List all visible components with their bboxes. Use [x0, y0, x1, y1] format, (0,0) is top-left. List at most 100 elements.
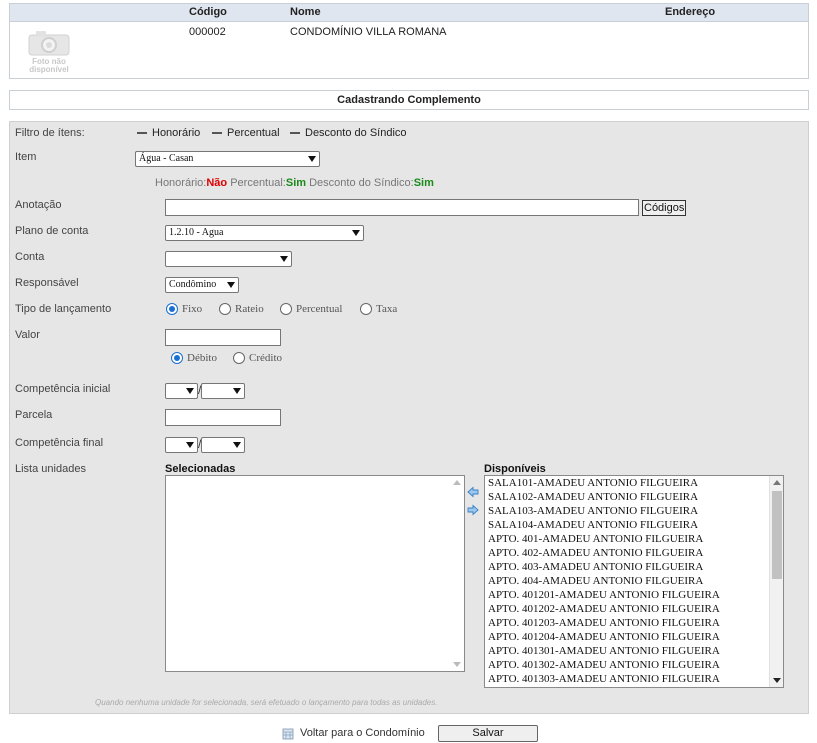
- scroll-down-icon[interactable]: [453, 662, 461, 667]
- comp-final-label: Competência final: [15, 437, 104, 449]
- filter-desconto[interactable]: Desconto do Síndico: [290, 127, 407, 139]
- condo-name: CONDOMÍNIO VILLA ROMANA: [290, 26, 447, 38]
- available-unit-item[interactable]: APTO. 404-AMADEU ANTONIO FILGUEIRA: [488, 575, 703, 587]
- building-icon[interactable]: [282, 728, 294, 740]
- available-unit-item[interactable]: APTO. 403-AMADEU ANTONIO FILGUEIRA: [488, 561, 703, 573]
- available-unit-item[interactable]: APTO. 401302-AMADEU ANTONIO FILGUEIRA: [488, 659, 720, 671]
- comp-final-month-select[interactable]: [165, 437, 198, 453]
- flag-desconto-label: Desconto do Síndico:: [309, 177, 414, 189]
- condo-table-header: Código Nome Endereço: [10, 4, 808, 22]
- responsible-label: Responsável: [15, 277, 79, 289]
- comp-initial-month-select[interactable]: [165, 383, 198, 399]
- annotation-input[interactable]: [165, 199, 639, 216]
- available-unit-item[interactable]: APTO. 401303-AMADEU ANTONIO FILGUEIRA: [488, 673, 720, 685]
- item-select[interactable]: Água - Casan: [135, 151, 320, 167]
- chevron-down-icon: [186, 442, 194, 448]
- available-unit-item[interactable]: SALA104-AMADEU ANTONIO FILGUEIRA: [488, 519, 698, 531]
- selected-units-list[interactable]: [165, 475, 465, 672]
- chevron-down-icon: [308, 156, 316, 162]
- available-unit-item[interactable]: SALA102-AMADEU ANTONIO FILGUEIRA: [488, 491, 698, 503]
- available-unit-item[interactable]: APTO. 402-AMADEU ANTONIO FILGUEIRA: [488, 547, 703, 559]
- available-units-title: Disponíveis: [484, 463, 546, 475]
- filter-honorario[interactable]: Honorário: [137, 127, 200, 139]
- filter-label: Filtro de ítens:: [15, 127, 85, 139]
- filter-percentual-label: Percentual: [227, 127, 280, 139]
- chevron-down-icon: [233, 442, 241, 448]
- radio-icon: [360, 303, 372, 316]
- col-header-name: Nome: [290, 6, 321, 18]
- units-footnote: Quando nenhuma unidade for selecionada, …: [95, 698, 438, 707]
- type-radio-fixo[interactable]: Fixo: [166, 303, 203, 316]
- value-input[interactable]: [165, 329, 281, 346]
- scroll-down-icon[interactable]: [773, 678, 781, 683]
- type-taxa-label: Taxa: [376, 303, 398, 316]
- type-fixo-label: Fixo: [182, 303, 203, 316]
- available-unit-item[interactable]: SALA101-AMADEU ANTONIO FILGUEIRA: [488, 477, 698, 489]
- unchecked-icon: [212, 132, 222, 135]
- scroll-up-icon[interactable]: [453, 480, 461, 485]
- plan-label: Plano de conta: [15, 225, 89, 237]
- type-radio-taxa[interactable]: Taxa: [360, 303, 398, 316]
- comp-initial-label: Competência inicial: [15, 383, 111, 395]
- radio-icon: [219, 303, 231, 316]
- flag-desconto-value: Sim: [413, 177, 434, 189]
- type-radio-percentual[interactable]: Percentual: [280, 303, 343, 316]
- account-label: Conta: [15, 251, 45, 263]
- filter-desconto-label: Desconto do Síndico: [305, 127, 407, 139]
- value-label: Valor: [15, 329, 40, 341]
- save-button[interactable]: Salvar: [438, 725, 538, 742]
- available-units-list[interactable]: SALA101-AMADEU ANTONIO FILGUEIRA SALA102-…: [484, 475, 784, 688]
- back-to-condo-link[interactable]: Voltar para o Condomínio: [300, 727, 425, 739]
- unchecked-icon: [290, 132, 300, 135]
- filter-percentual[interactable]: Percentual: [212, 127, 280, 139]
- responsible-select[interactable]: Condômino: [165, 277, 239, 293]
- radio-icon: [280, 303, 292, 316]
- photo-placeholder: Foto não disponível: [24, 26, 74, 74]
- type-radio-rateio[interactable]: Rateio: [219, 303, 264, 316]
- flag-percentual-value: Sim: [285, 177, 307, 189]
- col-header-code: Código: [189, 6, 227, 18]
- section-title: Cadastrando Complemento: [9, 90, 809, 110]
- plan-select[interactable]: 1.2.10 - Agua: [165, 225, 364, 241]
- flag-honorario-value: Não: [206, 177, 228, 189]
- chevron-down-icon: [227, 282, 235, 288]
- selected-scrollbar[interactable]: [450, 476, 464, 671]
- available-unit-item[interactable]: APTO. 401202-AMADEU ANTONIO FILGUEIRA: [488, 603, 720, 615]
- available-unit-item[interactable]: APTO. 401201-AMADEU ANTONIO FILGUEIRA: [488, 589, 720, 601]
- scroll-thumb[interactable]: [772, 491, 782, 579]
- radio-debito[interactable]: Débito: [171, 352, 217, 365]
- chevron-down-icon: [280, 256, 288, 262]
- radio-credito[interactable]: Crédito: [233, 352, 282, 365]
- chevron-down-icon: [186, 388, 194, 394]
- arrow-right-icon[interactable]: [467, 504, 479, 516]
- radio-icon: [233, 352, 245, 365]
- condo-table: Código Nome Endereço Foto não disponível…: [9, 3, 809, 79]
- type-percentual-label: Percentual: [296, 303, 343, 316]
- comp-final-year-select[interactable]: [201, 437, 245, 453]
- responsible-select-value: Condômino: [169, 279, 217, 290]
- radio-selected-icon: [166, 303, 178, 316]
- unchecked-icon: [137, 132, 147, 135]
- available-unit-item[interactable]: APTO. 401204-AMADEU ANTONIO FILGUEIRA: [488, 631, 720, 643]
- flag-percentual-label: Percentual:: [230, 177, 286, 189]
- comp-initial-year-select[interactable]: [201, 383, 245, 399]
- item-select-value: Água - Casan: [139, 153, 194, 164]
- account-select[interactable]: [165, 251, 292, 267]
- col-header-address: Endereço: [665, 6, 716, 18]
- debito-label: Débito: [187, 352, 217, 365]
- scroll-up-icon[interactable]: [773, 480, 781, 485]
- condo-code: 000002: [189, 26, 226, 38]
- parcel-input[interactable]: [165, 409, 281, 426]
- chevron-down-icon: [233, 388, 241, 394]
- filter-honorario-label: Honorário: [152, 127, 201, 139]
- available-unit-item[interactable]: APTO. 401301-AMADEU ANTONIO FILGUEIRA: [488, 645, 720, 657]
- codes-button[interactable]: Códigos: [642, 200, 687, 216]
- annotation-label: Anotação: [15, 199, 62, 211]
- available-unit-item[interactable]: SALA103-AMADEU ANTONIO FILGUEIRA: [488, 505, 698, 517]
- item-label: Item: [15, 151, 37, 163]
- available-unit-item[interactable]: APTO. 401203-AMADEU ANTONIO FILGUEIRA: [488, 617, 720, 629]
- credito-label: Crédito: [249, 352, 282, 365]
- arrow-left-icon[interactable]: [467, 486, 479, 498]
- available-unit-item[interactable]: APTO. 401-AMADEU ANTONIO FILGUEIRA: [488, 533, 703, 545]
- available-scrollbar[interactable]: [769, 476, 783, 687]
